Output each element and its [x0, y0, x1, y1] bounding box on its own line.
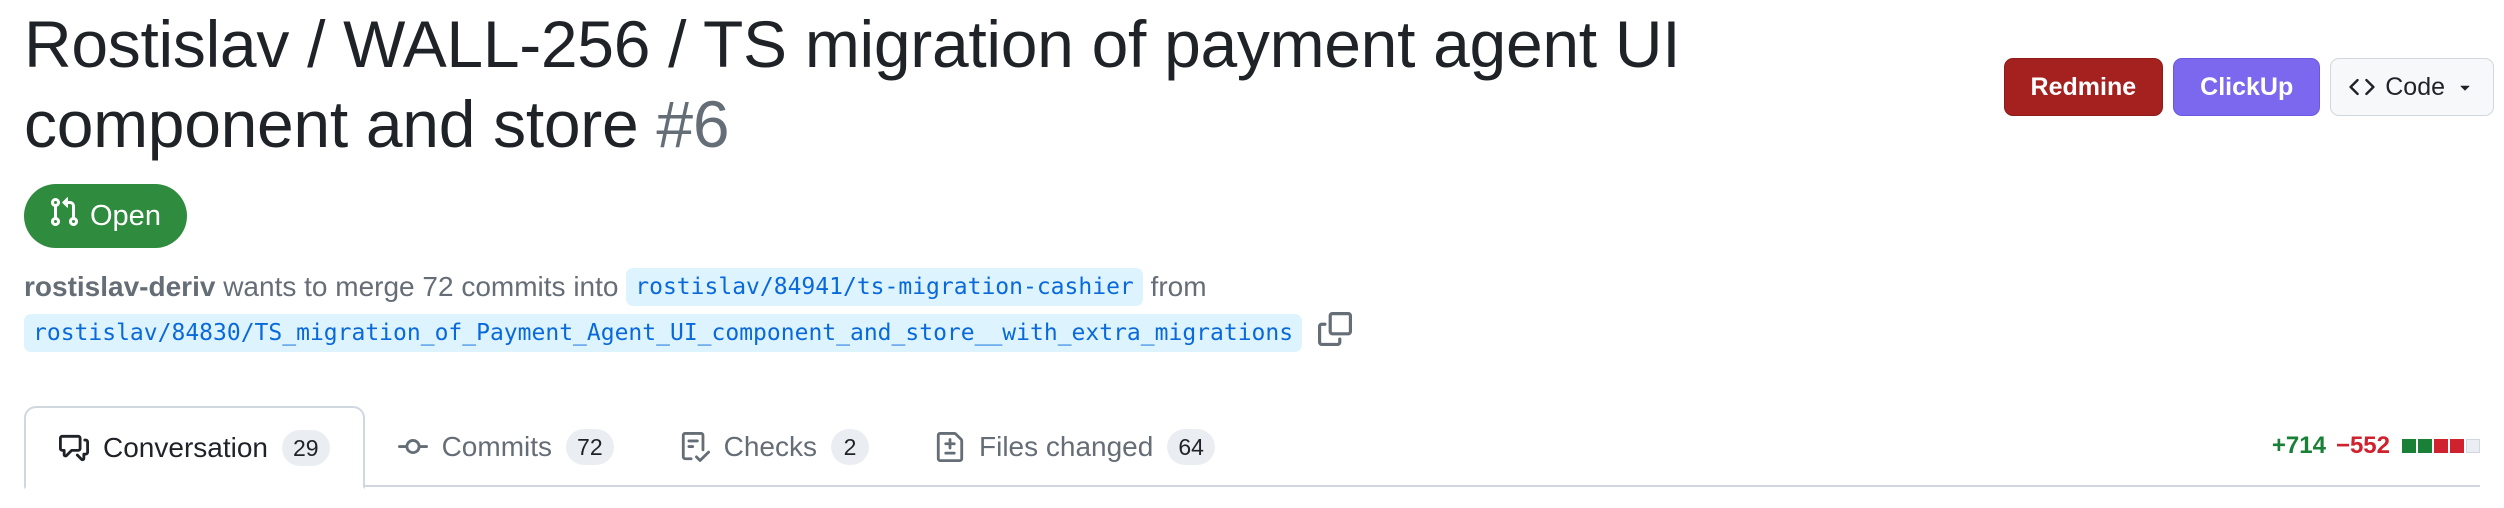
additions-count: +714: [2271, 432, 2326, 459]
status-label: Open: [90, 199, 161, 232]
pr-meta: rostislav-deriv wants to merge 72 commit…: [24, 264, 2224, 360]
diffstat-block-green: [2402, 439, 2416, 453]
merge-description: wants to merge 72 commits into: [223, 271, 619, 302]
code-button-label: Code: [2385, 72, 2445, 101]
diffstat-block-red: [2434, 439, 2448, 453]
tab-counter: 2: [831, 428, 869, 465]
tab-label: Commits: [441, 430, 553, 462]
pr-number: #6: [656, 87, 730, 161]
tab-counter: 64: [1167, 428, 1215, 465]
redmine-button[interactable]: Redmine: [2003, 58, 2164, 116]
diffstat-blocks: [2402, 439, 2480, 453]
tab-label: Conversation: [103, 431, 268, 463]
from-label: from: [1150, 271, 1207, 302]
triangle-down-icon: [2455, 77, 2475, 97]
diffstat-block-neutral: [2466, 439, 2480, 453]
header-actions: Redmine ClickUp Code: [2003, 58, 2494, 116]
base-branch[interactable]: rostislav/84941/ts-migration-cashier: [626, 268, 1143, 306]
code-button[interactable]: Code: [2330, 58, 2494, 116]
clickup-button[interactable]: ClickUp: [2173, 58, 2321, 116]
tab-label: Files changed: [979, 430, 1154, 462]
copy-icon[interactable]: [1317, 312, 1352, 360]
pr-title: Rostislav / WALL-256 / TS migration of p…: [24, 7, 1681, 161]
author-link[interactable]: rostislav-deriv: [24, 271, 215, 302]
tab-checks[interactable]: Checks 2: [647, 406, 902, 487]
page-title: Rostislav / WALL-256 / TS migration of p…: [24, 4, 2004, 164]
diffstat-block-red: [2450, 439, 2464, 453]
git-commit-icon: [397, 432, 428, 462]
code-icon: [2349, 74, 2375, 100]
deletions-count: −552: [2335, 432, 2390, 459]
diffstat: +714 −552: [2272, 428, 2480, 464]
tab-counter: 72: [566, 428, 614, 465]
tab-conversation[interactable]: Conversation 29: [24, 406, 365, 489]
status-badge: Open: [24, 184, 187, 248]
tab-counter: 29: [281, 429, 330, 466]
tab-label: Checks: [723, 430, 817, 462]
pr-tabs: Conversation 29 Commits 72 Checks 2 File…: [24, 405, 1248, 489]
tab-commits[interactable]: Commits 72: [365, 406, 647, 487]
git-pull-request-icon: [48, 196, 80, 236]
file-diff-icon: [935, 431, 965, 462]
tab-files-changed[interactable]: Files changed 64: [902, 406, 1248, 487]
checklist-icon: [680, 431, 710, 462]
pull-request-header: Rostislav / WALL-256 / TS migration of p…: [0, 0, 2504, 508]
comment-discussion-icon: [59, 433, 89, 463]
head-branch[interactable]: rostislav/84830/TS_migration_of_Payment_…: [24, 314, 1303, 352]
diffstat-block-green: [2418, 439, 2432, 453]
